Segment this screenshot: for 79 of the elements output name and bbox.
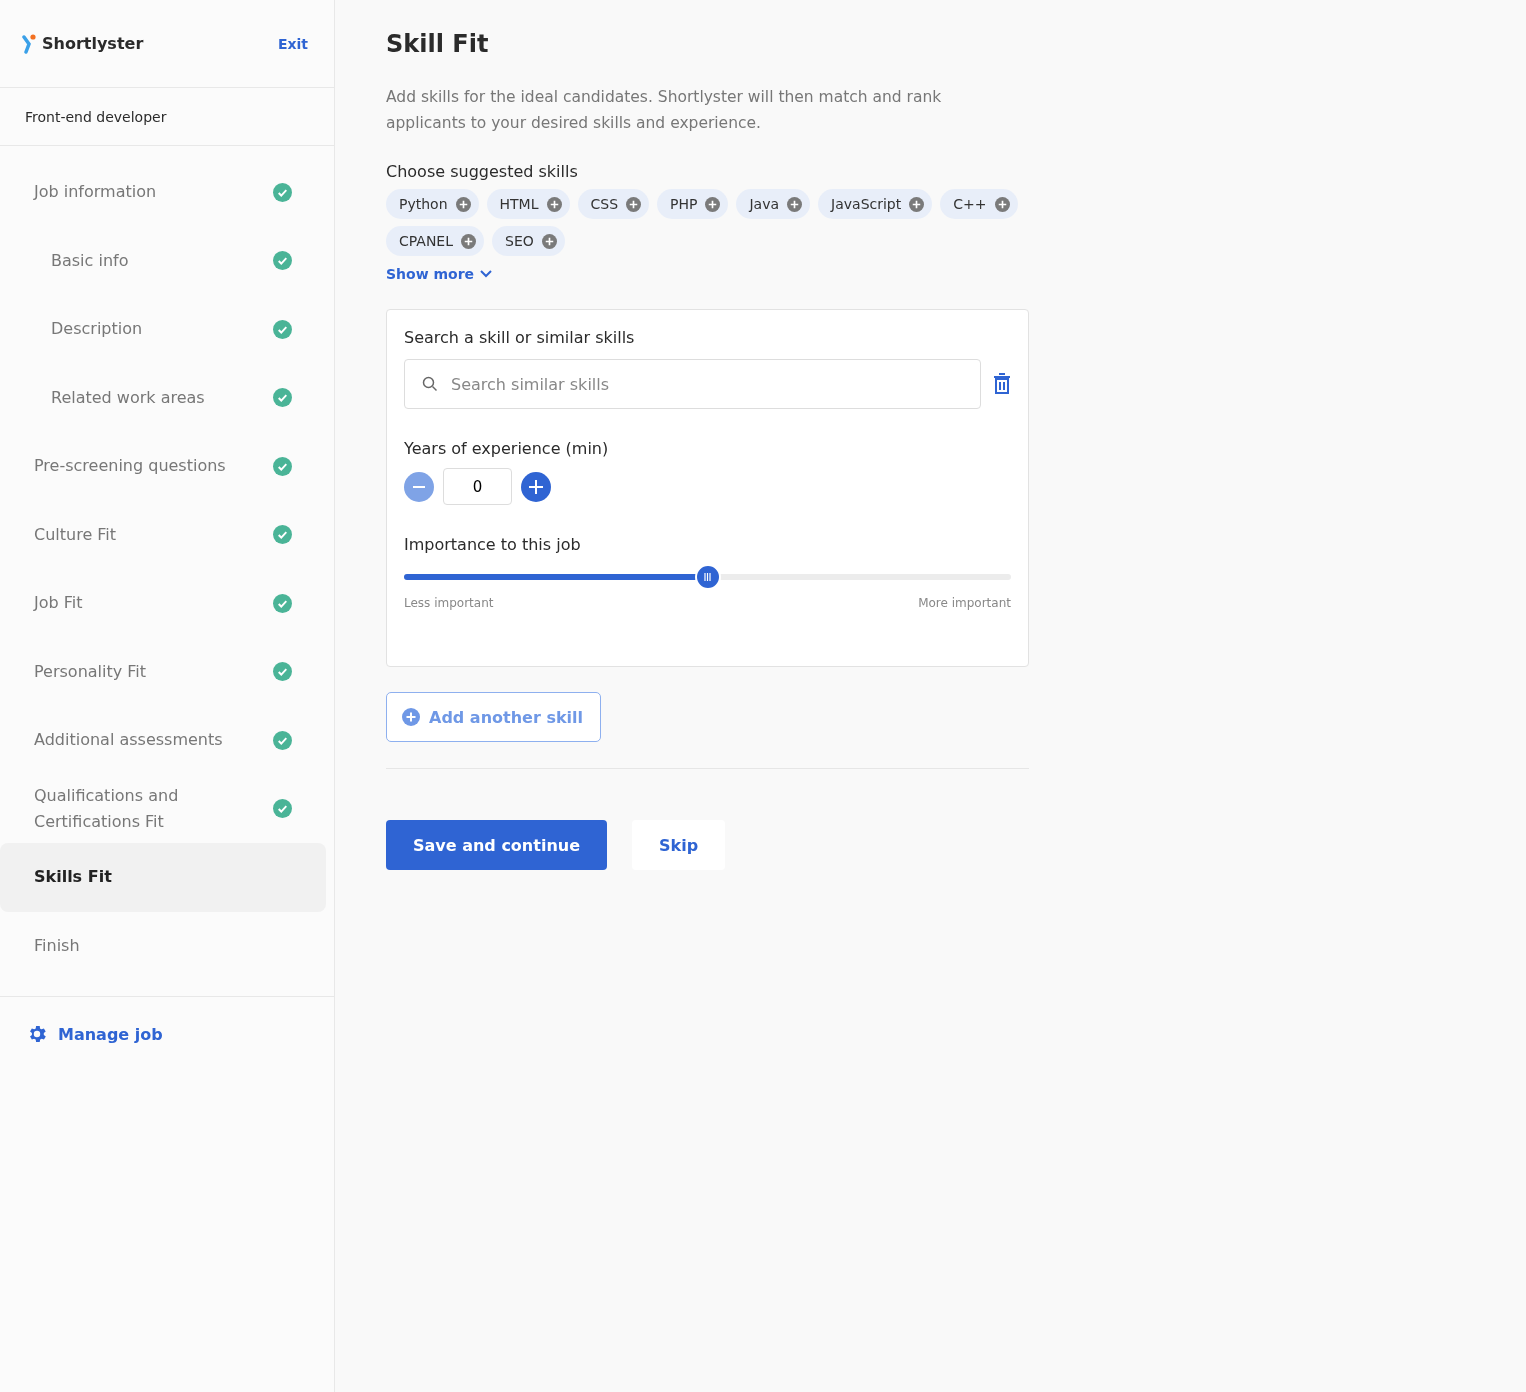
importance-slider[interactable]	[404, 564, 1011, 590]
page-title: Skill Fit	[386, 30, 490, 58]
sidebar-step[interactable]: Pre-screening questions	[0, 432, 326, 501]
step-label: Finish	[34, 934, 80, 957]
skill-chip[interactable]: HTML	[486, 189, 570, 219]
skill-chip[interactable]: JavaScript	[818, 189, 933, 219]
checkmark-icon	[273, 799, 292, 819]
checkmark-icon	[273, 182, 292, 202]
sidebar-step[interactable]: Basic info	[0, 226, 326, 295]
chevron-down-icon	[480, 270, 493, 278]
sidebar-step[interactable]: Description	[0, 295, 326, 364]
step-label: Qualifications and Certifications Fit	[34, 784, 180, 833]
sidebar-step[interactable]: Skills Fit	[0, 843, 326, 912]
brand-name: Shortlyster	[42, 34, 144, 53]
increment-button[interactable]	[521, 471, 551, 502]
show-more-link[interactable]: Show more	[386, 266, 493, 282]
checkmark-icon	[273, 525, 292, 545]
step-label: Additional assessments	[34, 729, 223, 752]
plus-icon	[546, 196, 562, 212]
skill-chip[interactable]: SEO	[492, 226, 565, 256]
years-input[interactable]: 0	[443, 468, 512, 505]
plus-icon	[455, 196, 471, 212]
sidebar-step[interactable]: Culture Fit	[0, 500, 326, 569]
checkmark-icon	[273, 456, 292, 476]
sidebar-step[interactable]: Related work areas	[0, 363, 326, 432]
skill-chip[interactable]: Java	[736, 189, 811, 219]
step-label: Job information	[34, 181, 157, 204]
checkmark-icon	[273, 251, 292, 271]
sidebar-step[interactable]: Additional assessments	[0, 706, 326, 775]
plus-icon	[994, 196, 1010, 212]
years-label: Years of experience (min)	[404, 439, 610, 458]
sidebar-step[interactable]: Qualifications and Certifications Fit	[0, 774, 326, 843]
plus-icon	[705, 196, 721, 212]
suggested-skills-label: Choose suggested skills	[386, 162, 579, 181]
search-icon	[422, 376, 438, 392]
checkmark-icon	[273, 388, 292, 408]
step-label: Culture Fit	[34, 523, 117, 546]
plus-icon	[529, 479, 543, 494]
checkmark-icon	[273, 319, 292, 339]
intro-text: Add skills for the ideal candidates. Shortlyster will then match and rank applicants to your desired skills and experience.	[386, 87, 943, 134]
skill-chip[interactable]: CSS	[577, 189, 650, 219]
checkmark-icon	[273, 593, 292, 613]
step-label: Personality Fit	[34, 660, 147, 683]
plus-icon	[461, 233, 477, 249]
plus-icon	[787, 196, 803, 212]
minus-icon	[413, 485, 425, 488]
skip-button[interactable]: Skip	[632, 820, 726, 870]
plus-icon	[909, 196, 925, 212]
plus-icon	[541, 233, 557, 249]
exit-link[interactable]: Exit	[277, 35, 308, 52]
checkmark-icon	[273, 730, 292, 750]
importance-label: Importance to this job	[404, 535, 582, 554]
step-label: Basic info	[51, 249, 129, 272]
skill-chip[interactable]: PHP	[657, 189, 729, 219]
step-label: Description	[51, 318, 143, 341]
step-label: Skills Fit	[34, 866, 112, 889]
sidebar-step[interactable]: Finish	[0, 911, 326, 980]
job-title: Front-end developer	[0, 88, 334, 146]
step-label: Related work areas	[51, 386, 205, 409]
plus-icon	[402, 708, 420, 726]
step-label: Job Fit	[34, 592, 83, 615]
trash-icon[interactable]	[993, 373, 1011, 395]
skill-chip[interactable]: Python	[386, 189, 479, 219]
min-label: Less important	[404, 596, 494, 610]
skill-chip[interactable]: C++	[940, 189, 1018, 219]
step-label: Pre-screening questions	[34, 455, 226, 478]
checkmark-icon	[273, 662, 292, 682]
manage-job-link[interactable]: Manage job	[0, 997, 334, 1071]
plus-icon	[626, 196, 642, 212]
search-label: Search a skill or similar skills	[404, 328, 636, 347]
sidebar-step[interactable]: Job Fit	[0, 569, 326, 638]
save-button[interactable]: Save and continue	[386, 820, 607, 870]
grip-icon	[704, 573, 711, 581]
logo-icon	[22, 33, 36, 54]
max-label: More important	[918, 596, 1011, 610]
search-field[interactable]: Search similar skills	[404, 359, 981, 409]
sidebar-step[interactable]: Personality Fit	[0, 637, 326, 706]
skill-chip[interactable]: CPANEL	[386, 226, 485, 256]
sidebar-step[interactable]: Job information	[0, 158, 326, 227]
